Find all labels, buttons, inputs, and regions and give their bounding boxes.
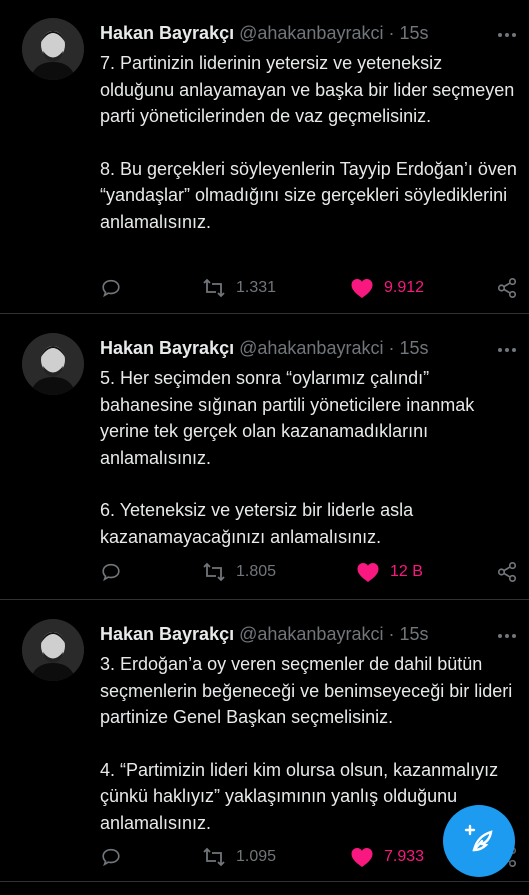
reply-icon	[100, 561, 122, 583]
like-count: 12 B	[390, 563, 423, 580]
timestamp[interactable]: 15s	[400, 338, 429, 358]
like-button[interactable]: 12 B	[356, 559, 423, 585]
retweet-icon	[202, 277, 226, 299]
tweet-header: Hakan Bayrakçı @ahakanbayrakci · 15s	[100, 621, 517, 647]
retweet-button[interactable]: 1.095	[202, 844, 276, 870]
retweet-count: 1.095	[236, 848, 277, 865]
compose-button[interactable]	[443, 805, 515, 877]
compose-icon	[462, 822, 496, 861]
reply-icon	[100, 846, 122, 868]
like-count: 9.912	[384, 279, 425, 296]
timestamp[interactable]: 15s	[400, 23, 429, 43]
reply-icon	[100, 277, 122, 299]
tweet-actions: 1.805 12 B	[100, 559, 519, 585]
heart-icon	[350, 277, 374, 299]
retweet-icon	[202, 846, 226, 868]
tweet-text: 5. Her seçimden sonra “oylarımız çalındı…	[100, 365, 520, 550]
avatar[interactable]	[22, 18, 84, 80]
author-name[interactable]: Hakan Bayrakçı	[100, 23, 234, 43]
retweet-count: 1.331	[236, 279, 277, 296]
tweet-paragraph: 3. Erdoğan’a oy veren seçmenler de dahil…	[100, 654, 513, 727]
share-icon	[496, 561, 518, 583]
avatar[interactable]	[22, 333, 84, 395]
like-button[interactable]: 9.912	[350, 275, 424, 301]
timestamp[interactable]: 15s	[400, 624, 429, 644]
tweet-text: 7. Partinizin liderinin yetersiz ve yete…	[100, 50, 520, 235]
retweet-icon	[202, 561, 226, 583]
author-handle[interactable]: @ahakanbayrakci	[239, 624, 383, 644]
more-options-icon[interactable]	[497, 22, 517, 43]
tweet-paragraph: 8. Bu gerçekleri söyleyenlerin Tayyip Er…	[100, 158, 517, 232]
heart-icon	[350, 846, 374, 868]
reply-button[interactable]	[100, 275, 122, 301]
tweet-paragraph: 6. Yeteneksiz ve yetersiz bir liderle as…	[100, 500, 414, 547]
tweet[interactable]: Hakan Bayrakçı @ahakanbayrakci · 15s 5. …	[0, 315, 529, 600]
author-handle[interactable]: @ahakanbayrakci	[239, 338, 383, 358]
like-button[interactable]: 7.933	[350, 844, 424, 870]
reply-button[interactable]	[100, 559, 122, 585]
separator-dot: ·	[388, 23, 395, 43]
tweet-paragraph: 7. Partinizin liderinin yetersiz ve yete…	[100, 53, 515, 126]
share-button[interactable]	[496, 275, 518, 301]
separator-dot: ·	[388, 338, 395, 358]
author-handle[interactable]: @ahakanbayrakci	[239, 23, 383, 43]
share-icon	[496, 277, 518, 299]
tweet-actions: 1.331 9.912	[100, 275, 519, 301]
share-button[interactable]	[496, 559, 518, 585]
retweet-button[interactable]: 1.805	[202, 559, 276, 585]
tweet[interactable]: Hakan Bayrakçı @ahakanbayrakci · 15s 7. …	[0, 0, 529, 314]
tweet-header: Hakan Bayrakçı @ahakanbayrakci · 15s	[100, 335, 517, 361]
tweet-text: 3. Erdoğan’a oy veren seçmenler de dahil…	[100, 651, 520, 836]
like-count: 7.933	[384, 848, 425, 865]
reply-button[interactable]	[100, 844, 122, 870]
retweet-button[interactable]: 1.331	[202, 275, 276, 301]
avatar[interactable]	[22, 619, 84, 681]
retweet-count: 1.805	[236, 563, 277, 580]
heart-icon	[356, 561, 380, 583]
tweet-paragraph: 5. Her seçimden sonra “oylarımız çalındı…	[100, 368, 475, 468]
separator-dot: ·	[388, 624, 395, 644]
more-options-icon[interactable]	[497, 337, 517, 358]
author-name[interactable]: Hakan Bayrakçı	[100, 338, 234, 358]
more-options-icon[interactable]	[497, 623, 517, 644]
author-name[interactable]: Hakan Bayrakçı	[100, 624, 234, 644]
tweet-header: Hakan Bayrakçı @ahakanbayrakci · 15s	[100, 20, 517, 46]
